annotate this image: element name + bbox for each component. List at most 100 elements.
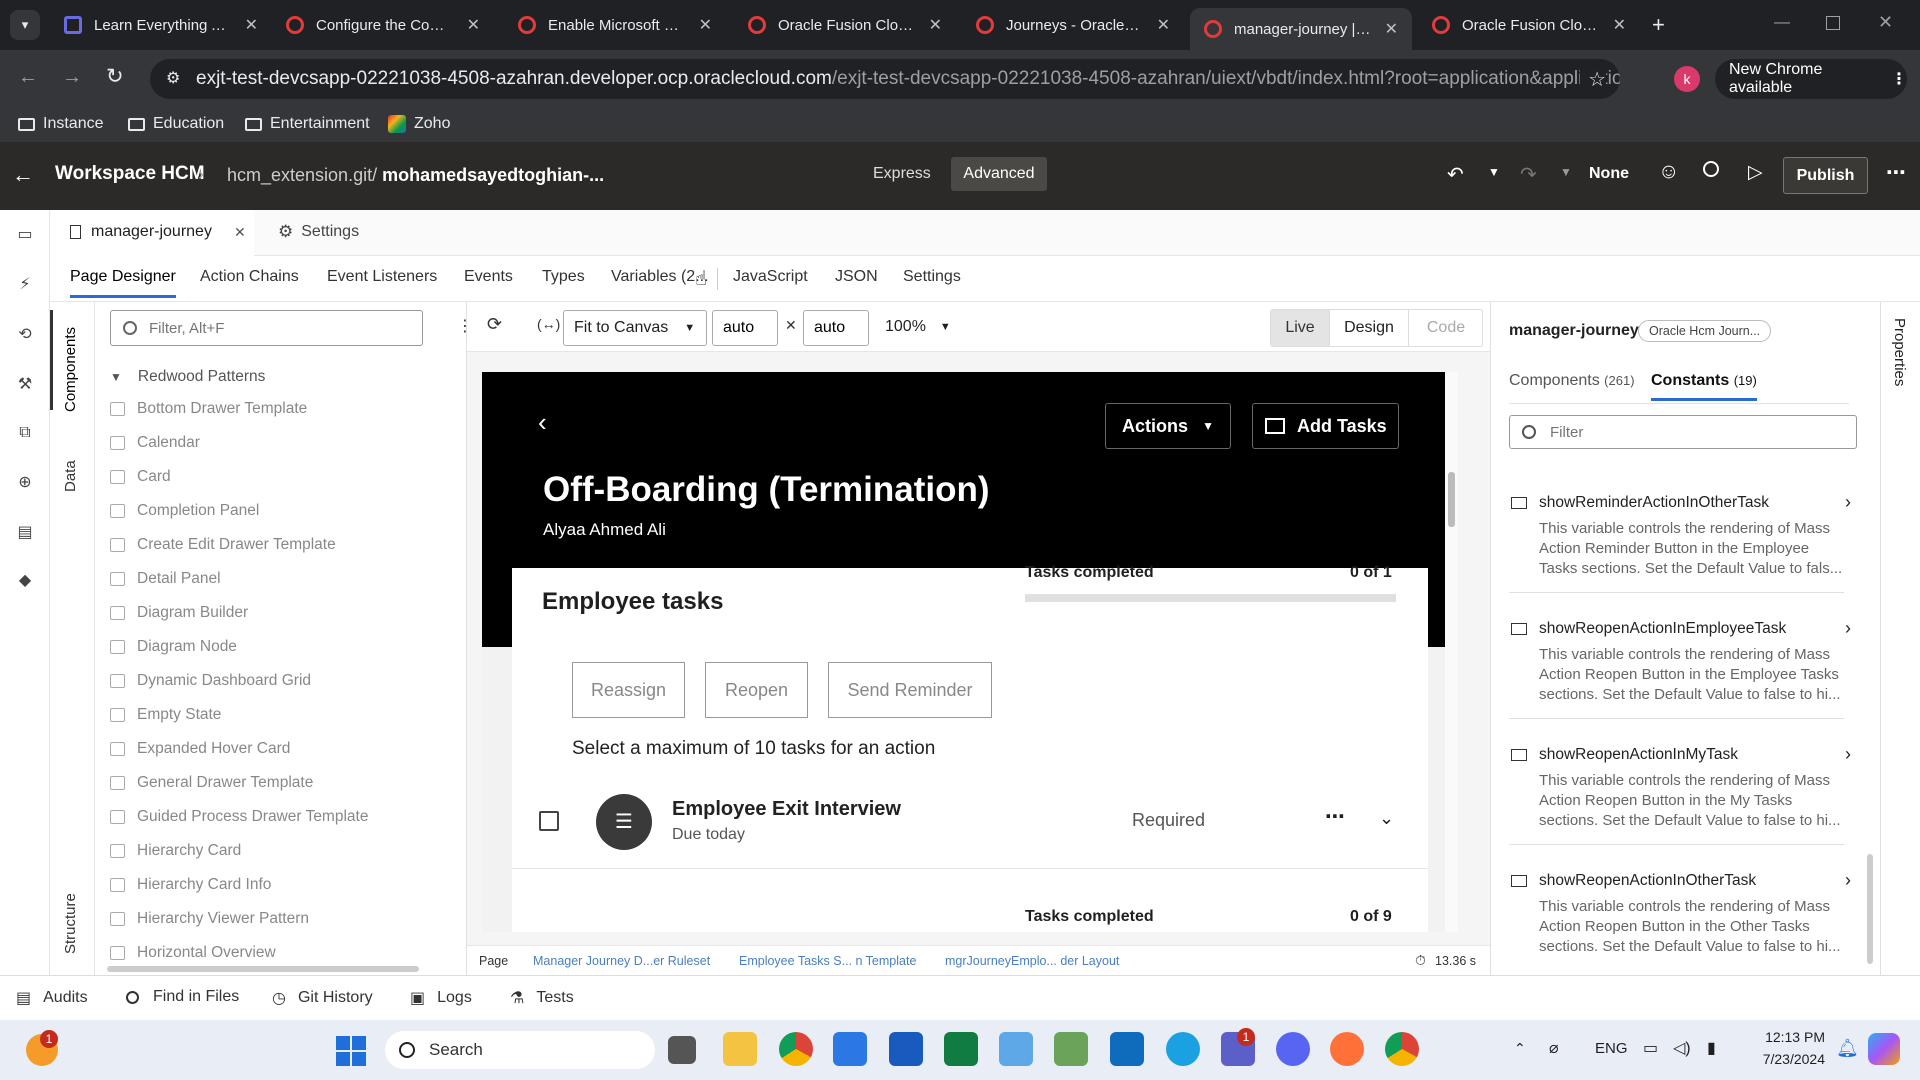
git-icon[interactable]: ◆ <box>15 570 35 589</box>
word-icon[interactable] <box>889 1032 923 1066</box>
chrome-icon[interactable] <box>779 1032 813 1066</box>
document-icon[interactable]: ▤ <box>15 522 35 541</box>
component-item[interactable]: Completion Panel <box>110 502 259 520</box>
source-icon[interactable]: ⧉ <box>15 424 35 442</box>
browser-tab-active[interactable]: manager-journey | Vi ✕ <box>1190 8 1412 50</box>
task-name[interactable]: Employee Exit Interview <box>672 798 901 821</box>
add-tasks-button[interactable]: Add Tasks <box>1252 403 1399 449</box>
pages-icon[interactable]: ▭ <box>15 224 35 243</box>
start-windows-icon[interactable] <box>336 1036 366 1066</box>
tab-events[interactable]: Events <box>464 268 513 286</box>
excel-icon[interactable] <box>944 1032 978 1066</box>
redo-icon[interactable]: ↷ <box>1520 162 1537 187</box>
crumb-ruleset[interactable]: Manager Journey D...er Ruleset <box>533 954 710 968</box>
component-item[interactable]: Calendar <box>110 434 200 452</box>
variable-item[interactable]: showReminderActionInOtherTask › This vari… <box>1511 492 1851 579</box>
component-item[interactable]: Dynamic Dashboard Grid <box>110 672 311 690</box>
tab-search-button[interactable]: ▾ <box>10 10 40 40</box>
site-info-icon[interactable]: ⚙ <box>166 68 180 88</box>
close-tab-icon[interactable]: ✕ <box>245 15 258 35</box>
close-tab-icon[interactable]: ✕ <box>467 15 480 35</box>
components-tool-icon[interactable]: ⚒ <box>15 374 35 393</box>
component-item[interactable]: Expanded Hover Card <box>110 740 290 758</box>
component-item[interactable]: Card <box>110 468 171 486</box>
actions-icon[interactable]: ⚡ <box>15 274 35 293</box>
component-item[interactable]: Diagram Node <box>110 638 237 656</box>
zoom-select[interactable]: 100% ▼ <box>885 318 951 336</box>
tab-variables[interactable]: Variables (2... <box>611 268 709 286</box>
clock-time[interactable]: 12:13 PM <box>1755 1029 1825 1045</box>
crumb-page[interactable]: Page <box>479 954 508 968</box>
constants-filter[interactable] <box>1509 415 1857 449</box>
notepad-icon[interactable] <box>999 1032 1033 1066</box>
url-bar[interactable]: ⚙ exjt-test-devcsapp-02221038-4508-azahr… <box>150 59 1620 99</box>
fit-to-canvas-select[interactable]: Fit to Canvas ▼ <box>563 310 707 346</box>
crumb-layout[interactable]: mgrJourneyEmplo... der Layout <box>945 954 1119 968</box>
preview-scrollbar-thumb[interactable] <box>1448 472 1455 527</box>
properties-rail-tab[interactable]: Properties <box>1891 318 1908 386</box>
components-rail-tab[interactable]: Components <box>62 327 79 412</box>
design-mode-button[interactable]: Design <box>1329 310 1409 346</box>
variable-item[interactable]: showReopenActionInEmployeeTask › This var… <box>1511 618 1851 705</box>
discord-icon[interactable] <box>1276 1032 1310 1066</box>
component-item[interactable]: Hierarchy Card <box>110 842 241 860</box>
services-icon[interactable]: ⟲ <box>15 324 35 343</box>
component-item[interactable]: Detail Panel <box>110 570 221 588</box>
notification-bell-icon[interactable]: 🔔︎ <box>1836 1038 1859 1059</box>
canvas-height-input[interactable] <box>803 310 869 346</box>
chrome-icon[interactable] <box>1385 1032 1419 1066</box>
task-checkbox[interactable] <box>539 811 559 831</box>
code-mode-button[interactable]: Code <box>1409 310 1483 346</box>
bookmark-entertainment[interactable]: Entertainment <box>245 115 370 133</box>
search-icon[interactable] <box>1703 161 1719 177</box>
audits-button[interactable]: ▤ Audits <box>16 988 88 1008</box>
smile-icon[interactable]: ☺ <box>1658 160 1679 184</box>
file-explorer-icon[interactable] <box>723 1032 757 1066</box>
task-view-icon[interactable] <box>668 1036 696 1064</box>
tab-action-chains[interactable]: Action Chains <box>200 268 299 286</box>
clock-date[interactable]: 7/23/2024 <box>1745 1051 1825 1067</box>
back-chevron-icon[interactable]: ‹ <box>538 407 547 438</box>
wifi-icon[interactable]: ▭ <box>1643 1038 1658 1058</box>
reload-icon[interactable]: ↻ <box>106 64 124 89</box>
crumb-template[interactable]: Employee Tasks S... n Template <box>739 954 916 968</box>
responsive-icon[interactable]: (↔) <box>537 316 560 332</box>
edge-icon[interactable] <box>1166 1032 1200 1066</box>
canvas-width-input[interactable] <box>712 310 778 346</box>
more-menu-icon[interactable]: ⋯ <box>1886 160 1906 185</box>
copilot-icon[interactable] <box>1868 1033 1900 1065</box>
language-indicator[interactable]: ENG <box>1595 1040 1628 1057</box>
palette-scrollbar[interactable] <box>107 966 419 972</box>
volume-icon[interactable]: ◁) <box>1673 1038 1691 1058</box>
actions-button[interactable]: Actions ▼ <box>1105 403 1231 449</box>
redo-dropdown-icon[interactable]: ▼ <box>1560 165 1572 179</box>
back-icon[interactable]: ← <box>18 66 38 89</box>
live-mode-button[interactable]: Live <box>1271 310 1329 346</box>
component-item[interactable]: Guided Process Drawer Template <box>110 808 368 826</box>
globe-icon[interactable]: ⊕ <box>15 472 35 491</box>
group-redwood-patterns[interactable]: ▼ Redwood Patterns <box>110 368 265 386</box>
tab-components-count[interactable]: Components (261) <box>1509 372 1635 390</box>
variable-item[interactable]: showReopenActionInOtherTask › This variab… <box>1511 870 1851 957</box>
find-in-files-button[interactable]: Find in Files <box>126 988 239 1006</box>
variable-item[interactable]: showReopenActionInMyTask › This variable … <box>1511 744 1851 831</box>
close-tab-icon[interactable]: ✕ <box>699 15 712 35</box>
mode-advanced-button[interactable]: Advanced <box>951 157 1047 191</box>
outlook-icon[interactable] <box>1110 1032 1144 1066</box>
close-tab-icon[interactable]: ✕ <box>1613 15 1626 35</box>
git-history-button[interactable]: ◷ Git History <box>272 988 373 1008</box>
tab-event-listeners[interactable]: Event Listeners <box>327 268 437 286</box>
component-item[interactable]: Empty State <box>110 706 221 724</box>
browser-tab[interactable]: Oracle Fusion Cloud ✕ <box>1418 8 1640 42</box>
browser-tab[interactable]: Learn Everything Abo ✕ <box>50 8 272 42</box>
back-arrow-icon[interactable]: ← <box>12 162 34 188</box>
component-item[interactable]: Hierarchy Viewer Pattern <box>110 910 309 928</box>
structure-rail-tab[interactable]: Structure <box>62 893 79 954</box>
logs-button[interactable]: ▣ Logs <box>410 988 472 1008</box>
data-rail-tab[interactable]: Data <box>62 460 79 492</box>
network-icon[interactable]: ⌀ <box>1549 1038 1559 1058</box>
firefox-icon[interactable] <box>1330 1032 1364 1066</box>
browser-tab[interactable]: Journeys - Oracle Fu ✕ <box>962 8 1184 42</box>
minimize-icon[interactable]: — <box>1774 14 1790 32</box>
file-tab-settings[interactable]: ⚙ Settings <box>278 222 359 242</box>
